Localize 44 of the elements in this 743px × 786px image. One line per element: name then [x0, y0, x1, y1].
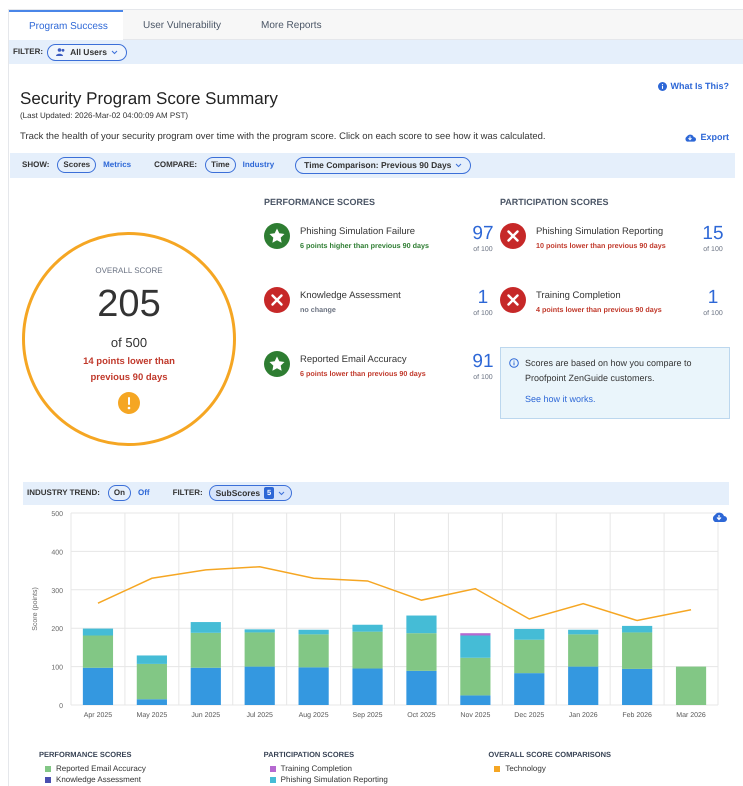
tab[interactable]: More Reports: [241, 10, 342, 40]
section-heading: PERFORMANCE SCORES: [264, 196, 376, 208]
what-is-this-link[interactable]: What Is This?: [658, 80, 729, 94]
description-text: Track the health of your security program over time with the program score. Click on each score to see how it was calculated.: [20, 130, 546, 144]
score-value[interactable]: 91: [472, 351, 494, 373]
score-name[interactable]: Phishing Simulation Failure: [300, 225, 456, 240]
tab[interactable]: Program Success: [9, 10, 123, 40]
see-how-link[interactable]: See how it works.: [524, 394, 596, 404]
control-label: INDUSTRY TREND:: [27, 487, 100, 500]
toggle-option[interactable]: Time: [205, 157, 236, 174]
score-value[interactable]: 15: [702, 223, 724, 245]
legend-label[interactable]: Knowledge Assessment: [56, 774, 141, 786]
control-label: SHOW:: [22, 159, 50, 172]
info-note-text: Scores are based on how you compare to Proofpoint ZenGuide customers.: [524, 357, 693, 385]
legend-label[interactable]: Reported Email Accuracy: [56, 763, 146, 776]
control-label: COMPARE:: [154, 159, 198, 172]
section-heading: PARTICIPATION SCORES: [500, 196, 610, 208]
toggle-option[interactable]: Off: [137, 487, 151, 500]
legend-label[interactable]: Phishing Simulation Reporting: [280, 774, 388, 786]
score-name[interactable]: Knowledge Assessment: [300, 289, 456, 304]
toggle-option[interactable]: Scores: [57, 157, 96, 174]
overall-score-label: OVERALL SCORE: [95, 264, 163, 276]
score-value[interactable]: 1: [708, 287, 718, 309]
score-name[interactable]: Reported Email Accuracy: [300, 353, 456, 368]
score-name[interactable]: Training Completion: [536, 289, 686, 304]
overall-score-max: of 500: [110, 334, 148, 352]
toggle-option[interactable]: Industry: [242, 159, 276, 172]
filter-label: FILTER:: [13, 46, 44, 58]
time-comparison-dropdown[interactable]: Time Comparison: Previous 90 Days: [295, 156, 472, 174]
score-name[interactable]: Phishing Simulation Reporting: [536, 225, 686, 240]
legend-label[interactable]: Training Completion: [280, 763, 352, 776]
export-link[interactable]: Export: [684, 130, 729, 144]
score-value[interactable]: 1: [478, 287, 488, 309]
overall-score-value: 205: [97, 282, 161, 326]
tab[interactable]: User Vulnerability: [123, 10, 241, 40]
score-value[interactable]: 97: [472, 223, 494, 245]
toggle-option[interactable]: On: [108, 485, 131, 502]
user-filter-dropdown[interactable]: All Users: [47, 44, 127, 61]
overall-score-change: 14 points lower than previous 90 days: [82, 355, 176, 385]
legend-label[interactable]: Technology: [505, 763, 546, 776]
last-updated-text: (Last Updated: 2026-Mar-02 04:00:09 AM PST): [20, 110, 190, 122]
toggle-option[interactable]: Metrics: [102, 159, 132, 172]
control-label: FILTER:: [172, 487, 203, 500]
page-title: Security Program Score Summary: [20, 89, 279, 110]
